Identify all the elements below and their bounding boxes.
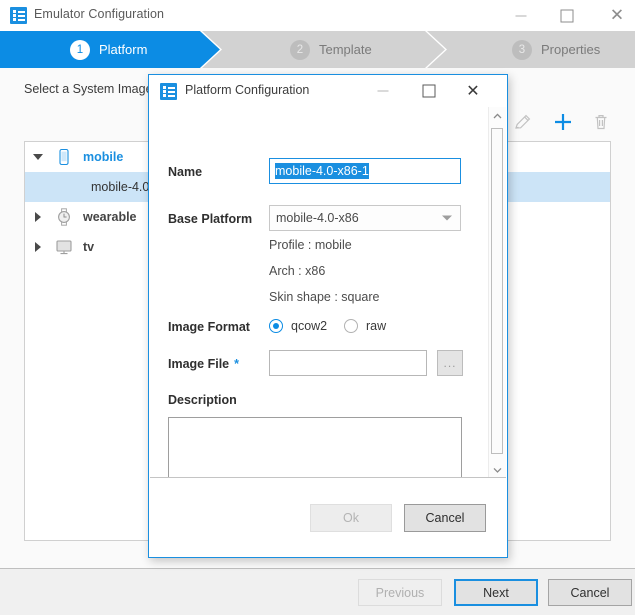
step-label: Template <box>319 42 372 57</box>
tree-label: wearable <box>83 210 137 224</box>
main-titlebar: Emulator Configuration ✕ <box>0 0 635 32</box>
platform-configuration-dialog: Platform Configuration ✕ Name mobile-4.0… <box>148 74 508 558</box>
step-platform[interactable]: 1 Platform <box>0 31 200 68</box>
chevron-down-icon[interactable] <box>25 154 51 160</box>
scroll-down-icon[interactable] <box>489 461 506 478</box>
radio-raw-dot <box>344 319 358 333</box>
skin-shape-text: Skin shape : square <box>269 290 380 304</box>
window-maximize-button[interactable] <box>544 0 590 31</box>
window-close-button[interactable]: ✕ <box>594 0 635 31</box>
app-list-icon <box>160 83 177 100</box>
window-title: Emulator Configuration <box>34 7 165 21</box>
arch-text: Arch : x86 <box>269 264 326 278</box>
tree-label: tv <box>83 240 95 254</box>
name-label-row: Name <box>168 165 202 179</box>
cancel-button[interactable]: Cancel <box>548 579 632 606</box>
close-icon: ✕ <box>609 5 625 25</box>
image-file-label-row: Image File * <box>168 357 239 371</box>
description-label: Description <box>168 393 237 407</box>
phone-icon <box>51 147 77 167</box>
step-number: 2 <box>290 39 310 60</box>
wizard-footer: Previous Next Cancel <box>0 569 635 615</box>
tv-icon <box>51 237 77 257</box>
required-marker: * <box>234 357 240 371</box>
section-title: Select a System Image <box>24 82 153 96</box>
next-button[interactable]: Next <box>454 579 538 606</box>
image-file-browse-button[interactable]: ... <box>437 350 463 376</box>
step-label: Properties <box>541 42 601 57</box>
profile-text: Profile : mobile <box>269 238 352 252</box>
dialog-ok-button[interactable]: Ok <box>310 504 392 532</box>
wizard-step-bar: 1 Platform 2 Template 3 Properties <box>0 31 635 68</box>
chevron-right-icon[interactable] <box>25 212 51 222</box>
watch-icon <box>51 207 77 227</box>
radio-qcow2-dot <box>269 319 283 333</box>
step-template[interactable]: 2 Template <box>290 31 372 68</box>
radio-raw-label: raw <box>366 319 387 333</box>
chevron-down-icon <box>442 215 452 221</box>
base-platform-value: mobile-4.0-x86 <box>276 211 359 225</box>
step-label: Platform <box>99 42 148 57</box>
radio-qcow2-label: qcow2 <box>291 319 328 333</box>
dialog-cancel-button[interactable]: Cancel <box>404 504 486 532</box>
app-list-icon <box>10 7 27 24</box>
delete-icon[interactable] <box>585 106 617 138</box>
dialog-footer: Ok Cancel <box>150 477 506 556</box>
dialog-close-button[interactable]: ✕ <box>453 75 493 107</box>
radio-qcow2[interactable]: qcow2 <box>269 319 327 333</box>
chevron-right-icon[interactable] <box>25 242 51 252</box>
window-minimize-button[interactable] <box>498 0 544 31</box>
base-platform-label: Base Platform <box>168 212 253 226</box>
previous-button[interactable]: Previous <box>358 579 442 606</box>
dialog-scrollbar[interactable] <box>488 107 506 478</box>
base-platform-label-row: Base Platform <box>168 212 252 226</box>
emulator-configuration-window: Emulator Configuration ✕ 1 Platform 2 Te… <box>0 0 635 615</box>
tree-label: mobile <box>83 150 124 164</box>
scrollbar-thumb[interactable] <box>491 128 503 454</box>
image-format-label-row: Image Format <box>168 320 250 334</box>
image-format-label: Image Format <box>168 320 250 334</box>
scroll-up-icon[interactable] <box>489 107 506 124</box>
description-textarea[interactable] <box>168 417 462 478</box>
add-icon[interactable] <box>547 106 579 138</box>
dialog-title: Platform Configuration <box>185 83 310 97</box>
dialog-titlebar: Platform Configuration ✕ <box>149 75 507 107</box>
dialog-maximize-button[interactable] <box>409 75 449 107</box>
radio-raw[interactable]: raw <box>344 319 386 333</box>
step-properties[interactable]: 3 Properties <box>512 31 600 68</box>
dialog-minimize-button[interactable] <box>363 75 403 107</box>
name-input-value: mobile-4.0-x86-1 <box>275 163 369 179</box>
base-platform-select[interactable]: mobile-4.0-x86 <box>269 205 461 231</box>
step-divider-1 <box>200 31 228 68</box>
step-divider-2 <box>425 31 453 68</box>
dialog-form: Name mobile-4.0-x86-1 Base Platform mobi… <box>150 107 506 478</box>
image-file-input[interactable] <box>269 350 427 376</box>
description-label-row: Description <box>168 393 237 407</box>
step-number: 1 <box>70 39 90 60</box>
image-file-label: Image File <box>168 357 230 371</box>
close-icon: ✕ <box>466 81 480 100</box>
edit-icon[interactable] <box>507 106 539 138</box>
step-number: 3 <box>512 39 532 60</box>
name-input[interactable]: mobile-4.0-x86-1 <box>269 158 461 184</box>
name-label: Name <box>168 165 203 179</box>
